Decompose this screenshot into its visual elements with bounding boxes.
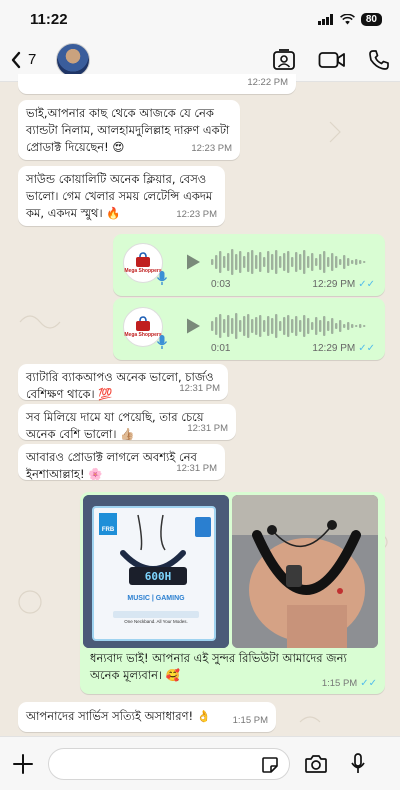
mic-icon	[156, 271, 168, 285]
sticker-icon[interactable]	[261, 756, 279, 774]
photo-message[interactable]: FRB 600H MUSIC | GAMING One Neckband. Al…	[80, 492, 385, 694]
message-text: আপনাদের সার্ভিস সত্যিই অসাধারণ! 👌	[26, 709, 212, 723]
message-time: 12:31 PM	[187, 423, 228, 434]
message-text: আবারও প্রোডাক্ট লাগলে অবশ্যই নেব ইনশাআল্…	[26, 450, 197, 481]
video-call-icon[interactable]	[318, 50, 346, 70]
message-time: 12:22 PM	[247, 77, 288, 88]
neckband-image	[232, 495, 378, 648]
message-time: 1:15 PM ✓✓	[321, 678, 377, 689]
product-box-photo[interactable]: FRB 600H MUSIC | GAMING One Neckband. Al…	[83, 495, 229, 648]
chevron-left-icon	[11, 51, 21, 68]
message-input-bar	[0, 736, 400, 790]
status-bar: 11:22 80	[0, 0, 400, 38]
message-time: 12:23 PM	[176, 209, 217, 220]
message-bubble-incoming[interactable]: সব মিলিয়ে দামে যা পেয়েছি, তার চেয়ে অন…	[18, 404, 236, 441]
read-receipt-icon: ✓✓	[358, 279, 375, 290]
waveform[interactable]	[211, 248, 371, 276]
message-time: 12:29 PM ✓✓	[312, 279, 375, 290]
message-bubble-incoming[interactable]: আবারও প্রোডাক্ট লাগলে অবশ্যই নেব ইনশাআল্…	[18, 444, 225, 481]
signal-icon	[317, 13, 333, 25]
status-time: 11:22	[30, 10, 68, 28]
box-subtitle: One Neckband. All Your Modes.	[124, 619, 188, 624]
box-tagline: MUSIC | GAMING	[127, 595, 185, 602]
status-icons: 80	[317, 12, 382, 26]
microphone-icon[interactable]	[350, 752, 366, 775]
waveform[interactable]	[211, 312, 371, 340]
message-bubble-incoming[interactable]: ভাই,আপনার কাছ থেকে আজকে যে নেক ব্যান্ডটা…	[18, 100, 240, 160]
phone-call-icon[interactable]	[368, 49, 390, 71]
message-bubble-incoming[interactable]: ব্যাটারি ব্যাকআপও অনেক ভালো, চার্জও বেশি…	[18, 364, 228, 401]
camera-icon[interactable]	[304, 754, 328, 774]
shopping-bag-icon	[136, 316, 150, 331]
battery-indicator: 80	[360, 12, 382, 26]
message-time: 12:31 PM	[176, 463, 217, 474]
shopping-bag-icon	[136, 252, 150, 267]
mic-icon	[156, 335, 168, 349]
play-icon[interactable]	[185, 317, 201, 335]
message-bubble-incoming[interactable]: সাউন্ড কোয়ালিটি অনেক ক্লিয়ার, বেসও ভাল…	[18, 166, 225, 226]
voice-message[interactable]: Mega Shoppers 0:01 12:29 PM ✓✓	[113, 298, 385, 360]
message-time: 12:29 PM ✓✓	[312, 343, 375, 354]
back-button[interactable]: 7	[10, 51, 36, 69]
plus-icon[interactable]	[12, 753, 34, 775]
message-time: 12:23 PM	[191, 143, 232, 154]
play-icon[interactable]	[185, 253, 201, 271]
unread-count: 7	[28, 51, 37, 68]
message-text: সব মিলিয়ে দামে যা পেয়েছি, তার চেয়ে অন…	[26, 410, 204, 441]
box-display-text: 600H	[144, 570, 172, 583]
message-bubble-incoming[interactable]: আপনাদের সার্ভিস সত্যিই অসাধারণ! 👌 1:15 P…	[18, 702, 276, 732]
box-brand: FRB	[99, 513, 117, 535]
contact-card-icon[interactable]	[272, 48, 296, 71]
message-time: 1:15 PM	[232, 715, 268, 726]
voice-message[interactable]: Mega Shoppers 0:03 12:29 PM ✓✓	[113, 234, 385, 296]
caption-text: ধন্যবাদ ভাই! আপনার এই সুন্দর রিভিউটা আমা…	[90, 651, 347, 682]
voice-duration: 0:01	[211, 343, 231, 354]
chat-area[interactable]: 12:22 PM ভাই,আপনার কাছ থেকে আজকে যে নেক …	[0, 74, 400, 736]
voice-duration: 0:03	[211, 279, 231, 290]
wifi-icon	[339, 13, 355, 24]
read-receipt-icon: ✓✓	[360, 678, 377, 689]
message-input[interactable]	[48, 747, 290, 780]
read-receipt-icon: ✓✓	[358, 343, 375, 354]
message-time: 12:31 PM	[179, 383, 220, 394]
product-hand-photo[interactable]	[232, 495, 378, 648]
avatar[interactable]	[56, 42, 91, 77]
message-bubble-incoming[interactable]: 12:22 PM	[18, 74, 296, 94]
